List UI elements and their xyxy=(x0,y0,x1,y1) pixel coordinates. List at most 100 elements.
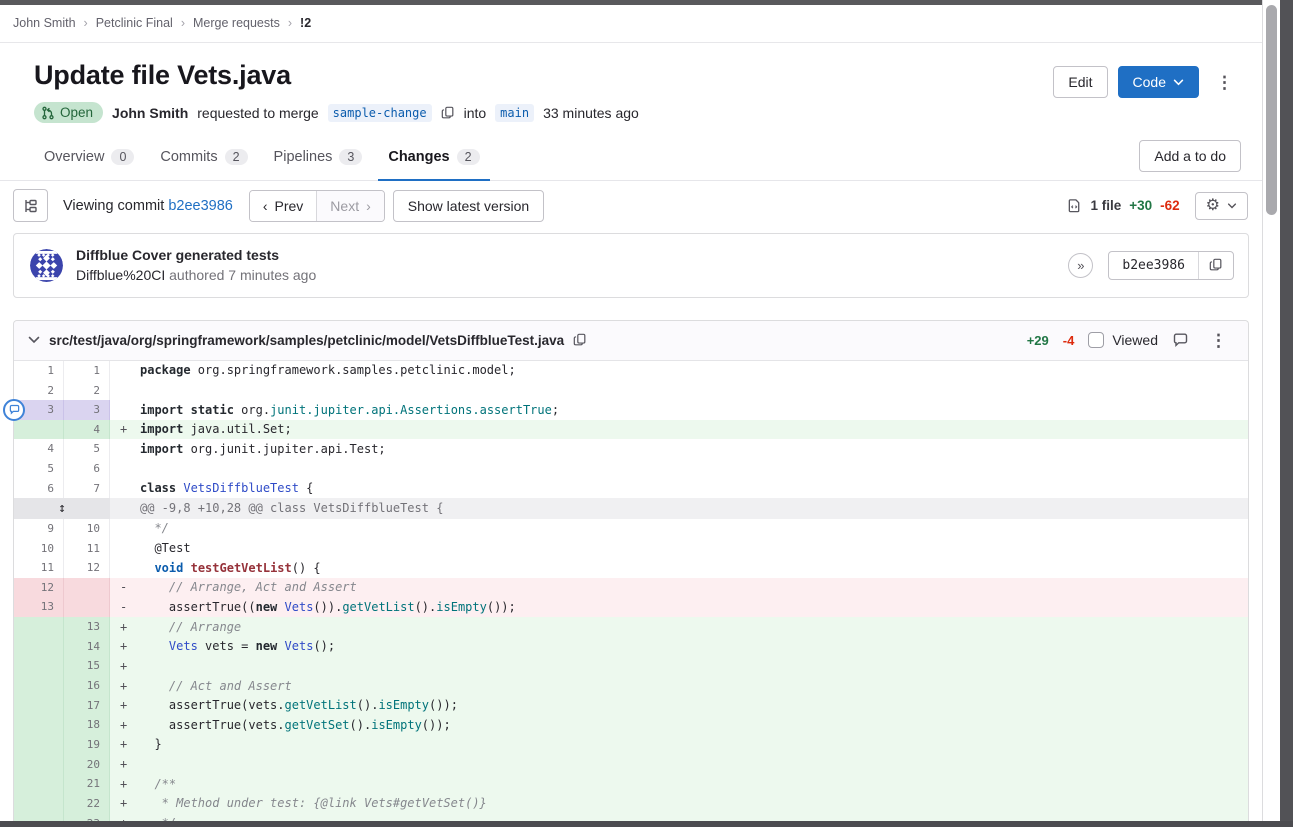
old-line-number[interactable] xyxy=(14,794,64,814)
tab-pipelines[interactable]: Pipelines3 xyxy=(264,139,373,181)
page-scrollbar[interactable] xyxy=(1262,0,1280,827)
breadcrumb-item[interactable]: John Smith xyxy=(13,16,76,30)
diff-line-marker xyxy=(110,519,136,539)
new-line-number[interactable]: 16 xyxy=(64,676,110,696)
file-tree-toggle-button[interactable] xyxy=(13,189,48,222)
old-line-number[interactable]: 5 xyxy=(14,459,64,479)
commit-collapse-button[interactable]: » xyxy=(1068,253,1093,278)
viewing-commit-label: Viewing commit xyxy=(63,198,164,214)
code-line: * Method under test: {@link Vets#getVetS… xyxy=(136,794,1248,814)
old-line-number[interactable] xyxy=(14,676,64,696)
code-button[interactable]: Code xyxy=(1118,66,1199,98)
copy-file-path-icon[interactable] xyxy=(573,333,587,347)
new-line-number[interactable]: 14 xyxy=(64,636,110,656)
new-line-number[interactable]: 19 xyxy=(64,735,110,755)
old-line-number[interactable]: 6 xyxy=(14,478,64,498)
new-line-number[interactable]: 7 xyxy=(64,478,110,498)
new-line-number[interactable]: 12 xyxy=(64,558,110,578)
copy-sha-button[interactable] xyxy=(1198,252,1233,279)
old-line-number[interactable] xyxy=(14,420,64,440)
old-line-number[interactable] xyxy=(14,617,64,637)
copy-branch-icon[interactable] xyxy=(441,106,455,120)
new-line-number[interactable] xyxy=(64,578,110,598)
show-latest-version-button[interactable]: Show latest version xyxy=(393,190,544,222)
tab-changes[interactable]: Changes2 xyxy=(378,139,489,181)
old-line-number[interactable]: 2 xyxy=(14,380,64,400)
old-line-number[interactable]: 11 xyxy=(14,558,64,578)
commit-author-name[interactable]: Diffblue%20CI xyxy=(76,267,165,283)
old-line-number[interactable]: 4 xyxy=(14,439,64,459)
new-line-number[interactable]: 22 xyxy=(64,794,110,814)
old-line-number[interactable]: 9 xyxy=(14,519,64,539)
file-kebab-menu-icon[interactable]: ⋮ xyxy=(1203,330,1234,351)
prev-chevron-icon: ‹ xyxy=(263,198,268,214)
viewed-checkbox[interactable] xyxy=(1088,332,1104,348)
old-line-number[interactable]: 13 xyxy=(14,597,64,617)
prev-label: Prev xyxy=(275,198,304,214)
diff-line-marker xyxy=(110,439,136,459)
viewing-commit-sha-link[interactable]: b2ee3986 xyxy=(168,198,233,214)
prev-next-group: ‹ Prev Next › xyxy=(249,190,385,222)
viewed-label: Viewed xyxy=(1112,332,1158,348)
target-branch-chip[interactable]: main xyxy=(495,104,534,122)
new-line-number[interactable]: 18 xyxy=(64,715,110,735)
old-line-number[interactable] xyxy=(14,636,64,656)
new-line-number[interactable]: 10 xyxy=(64,519,110,539)
old-line-number[interactable]: 12 xyxy=(14,578,64,598)
old-line-number[interactable] xyxy=(14,656,64,676)
new-line-number[interactable]: 20 xyxy=(64,754,110,774)
breadcrumb-item[interactable]: !2 xyxy=(300,16,311,30)
line-comment-indicator-icon[interactable] xyxy=(3,399,25,421)
new-line-number[interactable]: 13 xyxy=(64,617,110,637)
tab-overview[interactable]: Overview0 xyxy=(34,139,144,181)
scrollbar-thumb[interactable] xyxy=(1266,5,1277,215)
diff-row: 1011 @Test xyxy=(14,538,1248,558)
new-line-number[interactable]: 3 xyxy=(64,400,110,420)
breadcrumb-separator-icon: › xyxy=(84,16,88,30)
breadcrumb-item[interactable]: Petclinic Final xyxy=(96,16,173,30)
old-line-number[interactable] xyxy=(14,695,64,715)
diff-line-marker xyxy=(110,380,136,400)
old-line-number[interactable] xyxy=(14,774,64,794)
header-kebab-menu-icon[interactable]: ⋮ xyxy=(1209,72,1240,93)
next-chevron-icon: › xyxy=(366,198,371,214)
mr-author[interactable]: John Smith xyxy=(112,105,188,121)
new-line-number[interactable]: 15 xyxy=(64,656,110,676)
new-line-number[interactable]: 11 xyxy=(64,538,110,558)
new-line-number[interactable]: 2 xyxy=(64,380,110,400)
breadcrumb-item[interactable]: Merge requests xyxy=(193,16,280,30)
commit-author-avatar[interactable] xyxy=(30,249,63,282)
status-badge[interactable]: Open xyxy=(34,102,103,123)
new-line-number[interactable]: 5 xyxy=(64,439,110,459)
tab-commits[interactable]: Commits2 xyxy=(150,139,257,181)
new-line-number[interactable]: 21 xyxy=(64,774,110,794)
add-todo-button[interactable]: Add a to do xyxy=(1139,140,1241,172)
hunk-header-text: @@ -9,8 +10,28 @@ class VetsDiffblueTest… xyxy=(110,498,1248,519)
chevron-down-icon xyxy=(1227,203,1237,209)
new-line-number[interactable]: 4 xyxy=(64,420,110,440)
file-collapse-chevron-icon[interactable] xyxy=(28,336,40,344)
edit-button[interactable]: Edit xyxy=(1053,66,1107,98)
old-line-number[interactable] xyxy=(14,754,64,774)
source-branch-chip[interactable]: sample-change xyxy=(328,104,432,122)
diff-settings-button[interactable]: ⚙ xyxy=(1195,192,1248,220)
diff-row: 17+ assertTrue(vets.getVetList().isEmpty… xyxy=(14,695,1248,715)
new-line-number[interactable]: 6 xyxy=(64,459,110,479)
file-comment-icon[interactable] xyxy=(1172,332,1189,348)
prev-commit-button[interactable]: ‹ Prev xyxy=(250,191,316,221)
expand-lines-button[interactable]: ↕ xyxy=(14,498,110,519)
old-line-number[interactable] xyxy=(14,735,64,755)
new-line-number[interactable]: 17 xyxy=(64,695,110,715)
old-line-number[interactable]: 10 xyxy=(14,538,64,558)
new-line-number[interactable] xyxy=(64,597,110,617)
diff-row: 45import org.junit.jupiter.api.Test; xyxy=(14,439,1248,459)
new-line-number[interactable]: 1 xyxy=(64,361,110,381)
commit-title[interactable]: Diffblue Cover generated tests xyxy=(76,245,1068,265)
old-line-number[interactable]: 1 xyxy=(14,361,64,381)
old-line-number[interactable] xyxy=(14,715,64,735)
file-tree-icon xyxy=(23,198,39,214)
diff-row: 910 */ xyxy=(14,519,1248,539)
next-commit-button[interactable]: Next › xyxy=(316,191,383,221)
file-path[interactable]: src/test/java/org/springframework/sample… xyxy=(49,333,564,348)
file-document-icon xyxy=(1067,198,1082,213)
